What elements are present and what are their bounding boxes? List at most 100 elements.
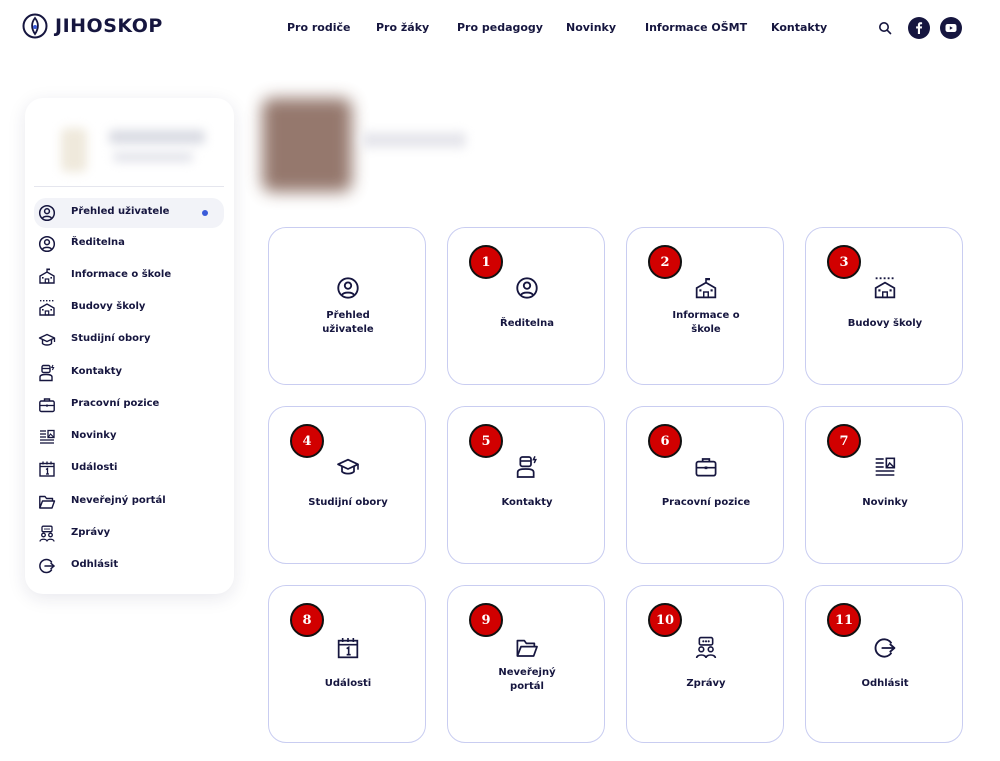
graduation-cap-icon	[38, 333, 56, 346]
active-indicator-dot	[202, 210, 208, 216]
sidebar-item-label: Ředitelna	[71, 237, 125, 248]
sidebar-item-neverejny-portal[interactable]: Neveřejný portál	[34, 487, 224, 517]
folder-icon	[39, 495, 56, 509]
card-zpravy[interactable]: 10 Zprávy	[626, 585, 784, 743]
nav-pro-pedagogy[interactable]: Pro pedagogy	[457, 21, 543, 34]
sidebar-item-kontakty[interactable]: Kontakty	[34, 358, 224, 388]
user-circle-icon	[38, 204, 56, 222]
card-neverejny-portal[interactable]: 9 Neveřejný portál	[447, 585, 605, 743]
sidebar-item-label: Novinky	[71, 430, 117, 441]
nav-pro-zaky[interactable]: Pro žáky	[376, 21, 429, 34]
sidebar-item-prehled-uzivatele[interactable]: Přehled uživatele	[34, 198, 224, 228]
buildings-icon	[39, 300, 55, 316]
step-badge: 11	[827, 603, 861, 637]
sidebar-item-udalosti[interactable]: Události	[34, 454, 224, 484]
card-prehled-uzivatele[interactable]: Přehled uživatele	[268, 227, 426, 385]
chat-group-icon	[695, 636, 717, 659]
step-badge: 4	[290, 424, 324, 458]
sidebar-item-novinky[interactable]: Novinky	[34, 422, 224, 452]
logout-icon	[874, 638, 896, 658]
sidebar-item-label: Kontakty	[71, 366, 123, 377]
school-icon	[39, 268, 55, 284]
sidebar-item-label: Přehled uživatele	[71, 206, 170, 217]
card-novinky[interactable]: 7 Novinky	[805, 406, 963, 564]
sidebar-item-informace-o-skole[interactable]: Informace o škole	[34, 261, 224, 291]
card-label: Neveřejný portál	[498, 667, 556, 692]
card-informace-o-skole[interactable]: 2 Informace o škole	[626, 227, 784, 385]
nav-novinky[interactable]: Novinky	[566, 21, 616, 34]
card-label: Přehled uživatele	[322, 310, 374, 335]
card-label: Kontakty	[501, 497, 553, 508]
contact-person-icon	[516, 456, 537, 478]
site-header: JIHOSKOP Pro rodiče Pro žáky Pro pedagog…	[0, 0, 1000, 60]
logo-icon	[22, 13, 48, 39]
calendar-icon	[337, 638, 359, 659]
step-badge: 8	[290, 603, 324, 637]
sidebar: Přehled uživatele Ředitelna Informace o …	[25, 98, 234, 594]
sidebar-divider	[34, 186, 224, 187]
step-badge: 7	[827, 424, 861, 458]
school-icon	[695, 278, 717, 299]
sidebar-item-label: Budovy školy	[71, 301, 146, 312]
sidebar-item-label: Události	[71, 462, 118, 473]
facebook-icon[interactable]	[908, 17, 930, 39]
step-badge: 6	[648, 424, 682, 458]
nav-informace-osmt[interactable]: Informace OŠMT	[645, 21, 747, 34]
chat-group-icon	[39, 525, 55, 542]
card-label: Zprávy	[686, 678, 726, 689]
nav-pro-rodice[interactable]: Pro rodiče	[287, 21, 350, 34]
news-icon	[40, 429, 55, 444]
sidebar-item-label: Neveřejný portál	[71, 495, 166, 506]
school-logo-blurred	[61, 128, 87, 172]
sidebar-item-pracovni-pozice[interactable]: Pracovní pozice	[34, 390, 224, 420]
user-circle-icon	[516, 277, 538, 299]
card-odhlasit[interactable]: 11 Odhlásit	[805, 585, 963, 743]
sidebar-item-budovy-skoly[interactable]: Budovy školy	[34, 293, 224, 323]
sidebar-item-label: Odhlásit	[71, 559, 119, 570]
sidebar-item-zpravy[interactable]: Zprávy	[34, 519, 224, 549]
youtube-icon[interactable]	[940, 17, 962, 39]
news-icon	[875, 457, 896, 476]
user-circle-icon	[337, 277, 359, 299]
card-label: Odhlásit	[861, 678, 909, 689]
card-label: Pracovní pozice	[661, 497, 751, 508]
briefcase-icon	[695, 458, 717, 477]
card-label: Studijní obory	[308, 497, 388, 508]
logout-icon	[39, 558, 55, 574]
sidebar-item-label: Studijní obory	[71, 333, 151, 344]
card-label: Události	[324, 678, 372, 689]
graduation-cap-icon	[337, 458, 359, 475]
user-name-blurred	[362, 132, 466, 148]
step-badge: 5	[469, 424, 503, 458]
step-badge: 2	[648, 245, 682, 279]
user-role-blurred	[113, 152, 193, 162]
contact-person-icon	[39, 364, 55, 382]
user-name-blurred	[109, 130, 205, 144]
step-badge: 3	[827, 245, 861, 279]
header-actions	[878, 17, 962, 39]
card-kontakty[interactable]: 5 Kontakty	[447, 406, 605, 564]
site-logo[interactable]: JIHOSKOP	[22, 13, 163, 39]
user-photo-blurred	[262, 98, 352, 192]
card-udalosti[interactable]: 8 Události	[268, 585, 426, 743]
calendar-icon	[39, 461, 55, 477]
card-reditelna[interactable]: 1 Ředitelna	[447, 227, 605, 385]
buildings-icon	[874, 277, 896, 299]
card-label: Novinky	[862, 497, 908, 508]
sidebar-profile	[41, 112, 221, 182]
folder-icon	[516, 639, 538, 657]
sidebar-item-label: Pracovní pozice	[71, 398, 160, 409]
step-badge: 1	[469, 245, 503, 279]
search-icon[interactable]	[878, 21, 892, 35]
card-pracovni-pozice[interactable]: 6 Pracovní pozice	[626, 406, 784, 564]
briefcase-icon	[39, 398, 55, 413]
card-label: Budovy školy	[847, 318, 923, 329]
card-studijni-obory[interactable]: 4 Studijní obory	[268, 406, 426, 564]
sidebar-item-label: Zprávy	[71, 527, 111, 538]
step-badge: 9	[469, 603, 503, 637]
nav-kontakty[interactable]: Kontakty	[771, 21, 827, 34]
sidebar-item-odhlasit[interactable]: Odhlásit	[34, 551, 224, 581]
card-budovy-skoly[interactable]: 3 Budovy školy	[805, 227, 963, 385]
sidebar-item-reditelna[interactable]: Ředitelna	[34, 229, 224, 259]
sidebar-item-studijni-obory[interactable]: Studijní obory	[34, 325, 224, 355]
